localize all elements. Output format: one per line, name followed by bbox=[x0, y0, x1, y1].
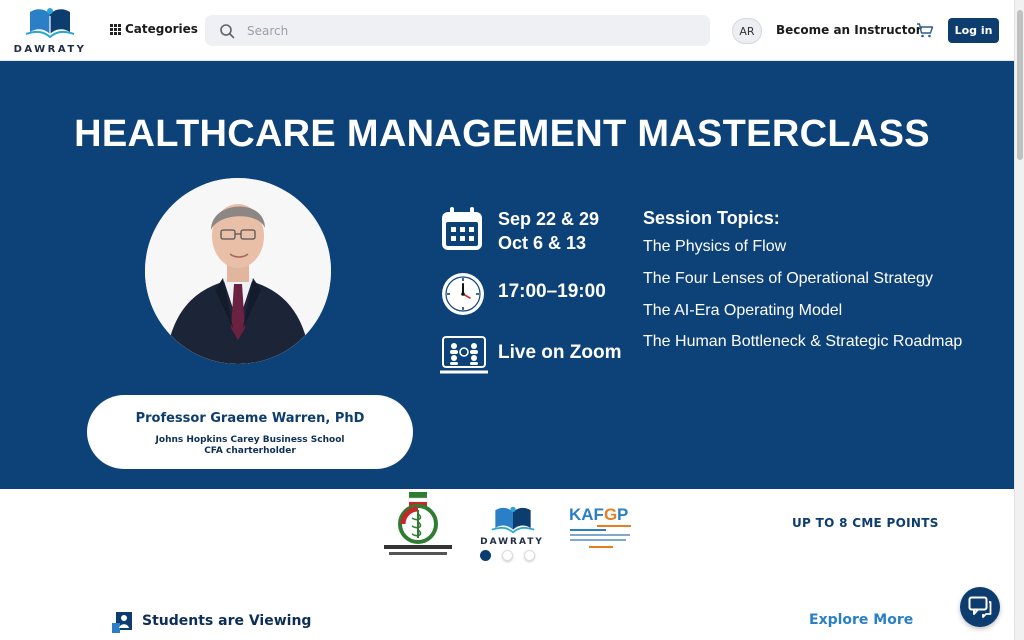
chat-button[interactable] bbox=[960, 587, 1000, 627]
svg-text:G: G bbox=[604, 505, 617, 524]
speaker-portrait bbox=[145, 178, 331, 364]
topic-item: The AI-Era Operating Model bbox=[643, 302, 843, 319]
login-button[interactable]: Log in bbox=[948, 18, 999, 43]
course-banner[interactable]: HEALTHCARE MANAGEMENT MASTERCLASS Profes… bbox=[0, 61, 1014, 489]
dawraty-partner-logo-text: DAWRATY bbox=[480, 537, 544, 547]
dawraty-logo[interactable]: DAWRATY bbox=[12, 6, 88, 56]
svg-text:P: P bbox=[617, 505, 628, 524]
topic-item: The Human Bottleneck & Strategic Roadmap bbox=[643, 333, 963, 350]
students-icon bbox=[112, 612, 132, 633]
language-switch[interactable]: AR bbox=[732, 18, 762, 44]
speaker-name: Professor Graeme Warren, PhD bbox=[135, 411, 365, 426]
topics-heading: Session Topics: bbox=[643, 208, 780, 228]
carousel-dot[interactable] bbox=[502, 550, 513, 561]
course-time: 17:00–19:00 bbox=[498, 281, 606, 302]
search-bar[interactable] bbox=[205, 15, 710, 46]
partners-strip: DAWRATY KAF G P UP TO 8 CME POINTS bbox=[0, 489, 1014, 569]
speaker-affiliation: Johns Hopkins Carey Business School bbox=[155, 435, 345, 445]
dawraty-partner-logo-icon bbox=[491, 506, 535, 534]
students-viewing-label: Students are Viewing bbox=[142, 613, 312, 629]
cart-icon[interactable] bbox=[916, 22, 934, 39]
carousel-dot[interactable] bbox=[524, 550, 535, 561]
kuwait-pharmaceutical-association-logo bbox=[384, 492, 452, 555]
search-input[interactable] bbox=[247, 23, 687, 38]
top-navbar: DAWRATY Categories AR Become an Instruct… bbox=[0, 0, 1014, 61]
page-scrollbar[interactable] bbox=[1014, 0, 1024, 640]
students-viewing-heading: Students are Viewing bbox=[112, 609, 311, 633]
speaker-credential: CFA charterholder bbox=[204, 446, 296, 456]
categories-label: Categories bbox=[125, 22, 198, 36]
grid-icon bbox=[110, 23, 121, 35]
chat-icon bbox=[968, 596, 992, 618]
svg-text:KAF: KAF bbox=[569, 505, 604, 524]
dates-line-1: Sep 22 & 29 bbox=[498, 209, 600, 229]
banner-title: HEALTHCARE MANAGEMENT MASTERCLASS bbox=[74, 113, 930, 155]
dates-line-2: Oct 6 & 13 bbox=[498, 233, 587, 253]
cme-points-label: UP TO 8 CME POINTS bbox=[792, 516, 939, 530]
become-instructor-link[interactable]: Become an Instructor bbox=[776, 23, 922, 37]
topic-item: The Four Lenses of Operational Strategy bbox=[643, 270, 933, 287]
explore-more-link[interactable]: Explore More bbox=[809, 612, 913, 628]
course-location: Live on Zoom bbox=[498, 342, 622, 363]
open-book-icon bbox=[25, 8, 75, 39]
logo-text: DAWRATY bbox=[13, 44, 87, 55]
calendar-icon bbox=[442, 207, 482, 250]
categories-button[interactable]: Categories bbox=[110, 22, 198, 36]
zoom-meeting-icon bbox=[440, 336, 488, 374]
course-dates: Sep 22 & 29 Oct 6 & 13 bbox=[498, 207, 599, 255]
clock-icon bbox=[442, 273, 484, 315]
topic-item: The Physics of Flow bbox=[643, 238, 787, 255]
carousel-dot-active[interactable] bbox=[480, 550, 491, 561]
kafgp-logo: KAF G P bbox=[569, 505, 631, 548]
speaker-card: Professor Graeme Warren, PhD Johns Hopki… bbox=[87, 395, 413, 469]
scrollbar-thumb[interactable] bbox=[1017, 10, 1023, 160]
search-icon bbox=[220, 23, 235, 38]
